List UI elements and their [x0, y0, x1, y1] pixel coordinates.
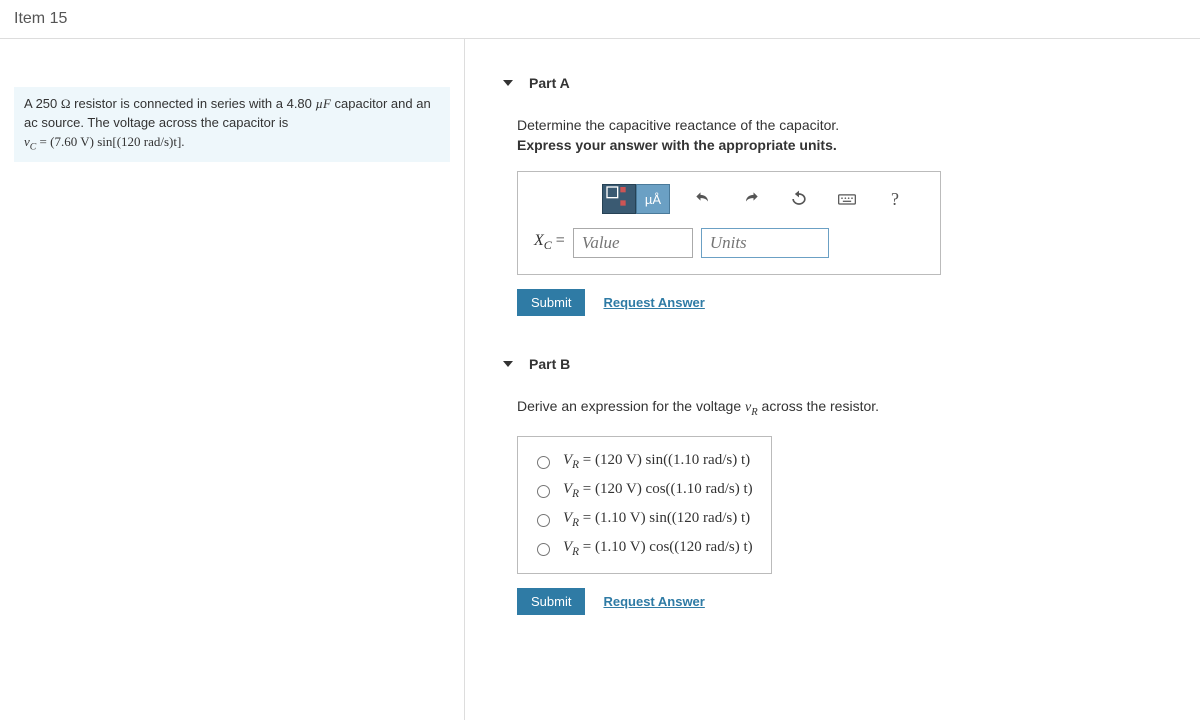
- text: across the resistor.: [758, 398, 879, 414]
- part-b-header[interactable]: Part B: [487, 348, 1178, 380]
- help-icon[interactable]: ?: [880, 186, 910, 212]
- request-answer-a[interactable]: Request Answer: [603, 295, 704, 310]
- radio-input[interactable]: [537, 485, 550, 498]
- ohm-symbol: Ω: [61, 96, 71, 111]
- equation: = (7.60 V) sin[(120 rad/s)t].: [36, 134, 184, 149]
- request-answer-b[interactable]: Request Answer: [603, 594, 704, 609]
- multiple-choice-box: VR = (120 V) sin((1.10 rad/s) t) VR = (1…: [517, 436, 772, 574]
- caret-down-icon: [503, 361, 513, 367]
- part-a-label: Part A: [529, 75, 570, 91]
- keyboard-icon[interactable]: [832, 186, 862, 212]
- part-a-prompt: Determine the capacitive reactance of th…: [517, 117, 1148, 133]
- templates-group: µÅ: [602, 184, 670, 214]
- part-b-prompt: Derive an expression for the voltage vR …: [517, 398, 1148, 418]
- toolbar: µÅ: [534, 184, 924, 224]
- submit-button-b[interactable]: Submit: [517, 588, 585, 615]
- radio-input[interactable]: [537, 456, 550, 469]
- microfarad: µF: [316, 96, 331, 111]
- reset-icon[interactable]: [784, 186, 814, 212]
- part-b-label: Part B: [529, 356, 570, 372]
- template-button-1[interactable]: [602, 184, 636, 214]
- submit-button-a[interactable]: Submit: [517, 289, 585, 316]
- caret-down-icon: [503, 80, 513, 86]
- part-a-header[interactable]: Part A: [487, 67, 1178, 99]
- page-title: Item 15: [0, 0, 1200, 39]
- mu-angstrom-label: µÅ: [645, 192, 661, 207]
- problem-statement: A 250 Ω resistor is connected in series …: [14, 87, 450, 162]
- text: A 250: [24, 96, 61, 111]
- variable-label: XC =: [534, 232, 565, 253]
- part-a: Part A Determine the capacitive reactanc…: [487, 67, 1178, 320]
- text: Derive an expression for the voltage: [517, 398, 745, 414]
- help-label: ?: [891, 189, 899, 210]
- left-panel: A 250 Ω resistor is connected in series …: [0, 39, 465, 720]
- undo-icon[interactable]: [688, 186, 718, 212]
- equation-row: XC =: [534, 228, 924, 258]
- text: resistor is connected in series with a 4…: [71, 96, 316, 111]
- right-panel: Part A Determine the capacitive reactanc…: [465, 39, 1200, 720]
- units-input[interactable]: [701, 228, 829, 258]
- mc-option[interactable]: VR = (120 V) sin((1.10 rad/s) t): [532, 447, 753, 476]
- radio-input[interactable]: [537, 514, 550, 527]
- part-b: Part B Derive an expression for the volt…: [487, 348, 1178, 619]
- part-a-instruction: Express your answer with the appropriate…: [517, 137, 1148, 153]
- mc-option[interactable]: VR = (1.10 V) cos((120 rad/s) t): [532, 534, 753, 563]
- radio-input[interactable]: [537, 543, 550, 556]
- answer-box-a: µÅ: [517, 171, 941, 275]
- mc-option[interactable]: VR = (120 V) cos((1.10 rad/s) t): [532, 476, 753, 505]
- mc-option[interactable]: VR = (1.10 V) sin((120 rad/s) t): [532, 505, 753, 534]
- value-input[interactable]: [573, 228, 693, 258]
- redo-icon[interactable]: [736, 186, 766, 212]
- template-button-2[interactable]: µÅ: [636, 184, 670, 214]
